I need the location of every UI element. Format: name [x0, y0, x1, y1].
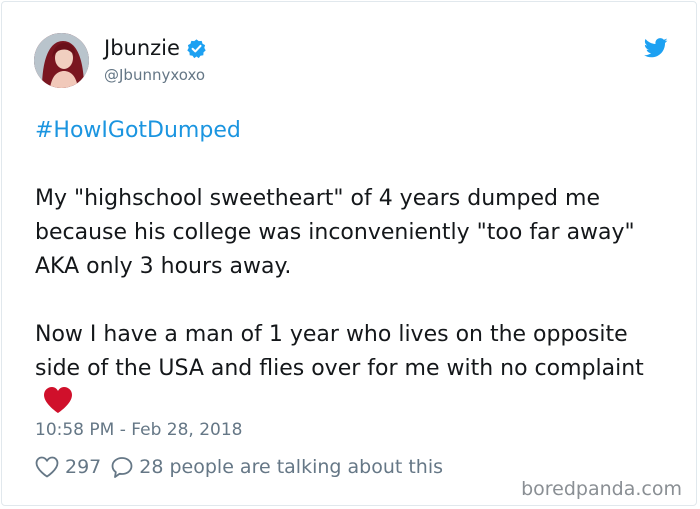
avatar[interactable] [34, 33, 89, 88]
twitter-bird-icon[interactable] [644, 38, 668, 58]
tweet-paragraph-1: My "highschool sweetheart" of 4 years du… [35, 186, 635, 279]
engagement-bar: 297 28 people are talking about this [35, 456, 443, 478]
author-handle[interactable]: @Jbunnyxoxo [104, 66, 205, 84]
author-name[interactable]: Jbunzie [104, 36, 180, 60]
tweet-card: Jbunzie @Jbunnyxoxo #HowIGotDumped My "h… [1, 1, 697, 506]
red-heart-emoji-icon [44, 387, 72, 413]
verified-badge-icon [187, 38, 206, 58]
heart-outline-icon[interactable] [35, 456, 59, 478]
hashtag-link[interactable]: #HowIGotDumped [35, 118, 241, 143]
tweet-timestamp[interactable]: 10:58 PM - Feb 28, 2018 [35, 420, 242, 440]
conversation-text[interactable]: 28 people are talking about this [139, 456, 443, 478]
speech-bubble-icon[interactable] [111, 456, 133, 478]
tweet-paragraph-2-text: Now I have a man of 1 year who lives on … [35, 322, 644, 381]
tweet-body: My "highschool sweetheart" of 4 years du… [35, 182, 675, 420]
author-name-row[interactable]: Jbunzie [104, 36, 207, 60]
like-count[interactable]: 297 [65, 456, 101, 478]
watermark: boredpanda.com [521, 478, 682, 500]
tweet-paragraph-2: Now I have a man of 1 year who lives on … [35, 318, 675, 420]
